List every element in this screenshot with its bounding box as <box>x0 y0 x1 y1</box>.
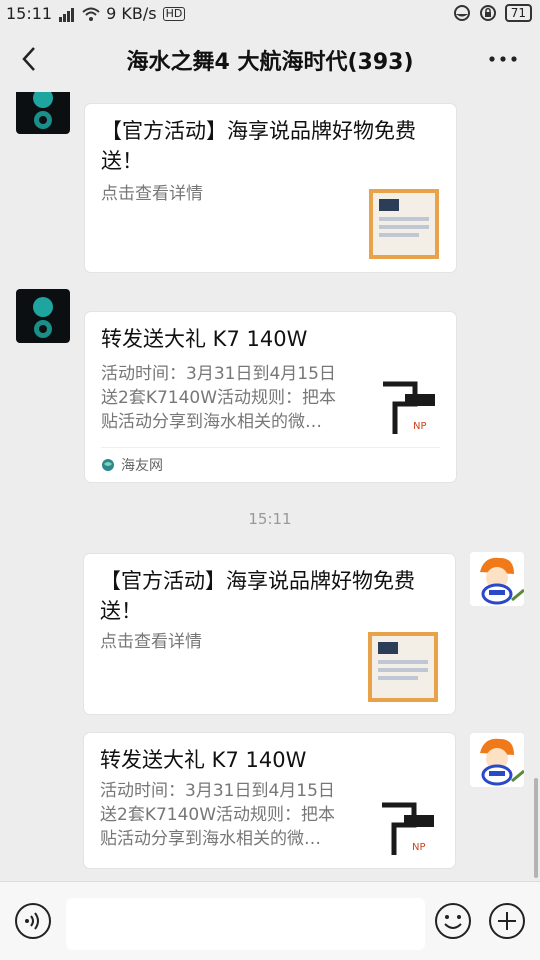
timestamp: 15:11 <box>248 510 292 528</box>
thumbnail-image <box>368 632 438 702</box>
chat-list[interactable]: 【官方活动】海享说品牌好物免费送！ 点击查看详情 转发送大礼 K7 140W 活… <box>0 92 540 882</box>
chevron-left-icon[interactable] <box>16 44 46 74</box>
lamp-thumbnail-image: NP <box>375 374 445 444</box>
card-source: 海友网 <box>101 447 440 482</box>
lock-icon <box>479 5 496 21</box>
link-card[interactable]: 【官方活动】海享说品牌好物免费送！ 点击查看详情 <box>85 104 456 272</box>
lamp-thumbnail-image: NP <box>374 795 444 865</box>
status-bar: 15:11 9 KB/s HD 71 <box>0 0 540 28</box>
status-right: 71 <box>453 4 532 22</box>
card-title: 转发送大礼 K7 140W <box>100 748 307 772</box>
link-card[interactable]: 转发送大礼 K7 140W 活动时间：3月31日到4月15日送2套K7140W活… <box>85 312 456 482</box>
plus-icon[interactable] <box>488 902 526 940</box>
voice-icon[interactable] <box>14 902 52 940</box>
chat-header: 海水之舞4 大航海时代(393) <box>0 28 540 92</box>
card-desc: 活动时间：3月31日到4月15日送2套K7140W活动规则：把本贴活动分享到海水… <box>100 781 336 849</box>
scrollbar[interactable] <box>534 778 538 878</box>
hd-badge: HD <box>162 6 186 21</box>
battery-icon: 71 <box>504 4 532 22</box>
avatar[interactable] <box>16 289 70 343</box>
svg-text:NP: NP <box>412 842 426 853</box>
status-time: 15:11 <box>6 4 53 23</box>
wifi-icon <box>82 7 100 21</box>
cartoon-avatar-icon <box>470 733 524 787</box>
status-left: 15:11 9 KB/s HD <box>6 4 186 23</box>
self-avatar[interactable] <box>470 552 524 606</box>
card-title: 【官方活动】海享说品牌好物免费送！ <box>100 569 415 623</box>
card-desc: 活动时间：3月31日到4月15日送2套K7140W活动规则：把本贴活动分享到海水… <box>101 364 337 432</box>
network-speed: 9 KB/s <box>106 4 157 23</box>
fish-avatar-icon <box>33 92 53 129</box>
page-title: 海水之舞4 大航海时代(393) <box>126 50 414 75</box>
card-source-label: 海友网 <box>121 458 163 474</box>
signal-icon <box>59 7 75 22</box>
card-title: 【官方活动】海享说品牌好物免费送！ <box>101 119 416 173</box>
cartoon-avatar-icon <box>470 552 524 606</box>
link-card[interactable]: 【官方活动】海享说品牌好物免费送！ 点击查看详情 <box>84 554 455 714</box>
ellipsis-icon[interactable] <box>486 44 520 74</box>
link-card[interactable]: 转发送大礼 K7 140W 活动时间：3月31日到4月15日送2套K7140W活… <box>84 733 455 868</box>
card-desc: 点击查看详情 <box>101 184 203 204</box>
eye-icon <box>453 5 470 21</box>
svg-text:NP: NP <box>413 421 427 432</box>
thumbnail-image <box>369 189 439 259</box>
avatar[interactable] <box>16 92 70 134</box>
card-desc: 点击查看详情 <box>100 632 202 652</box>
fish-avatar-icon <box>33 297 53 338</box>
globe-icon <box>102 459 114 471</box>
emoji-icon[interactable] <box>434 902 472 940</box>
self-avatar[interactable] <box>470 733 524 787</box>
message-input[interactable] <box>66 898 425 950</box>
input-bar <box>0 881 540 960</box>
card-title: 转发送大礼 K7 140W <box>101 327 308 351</box>
